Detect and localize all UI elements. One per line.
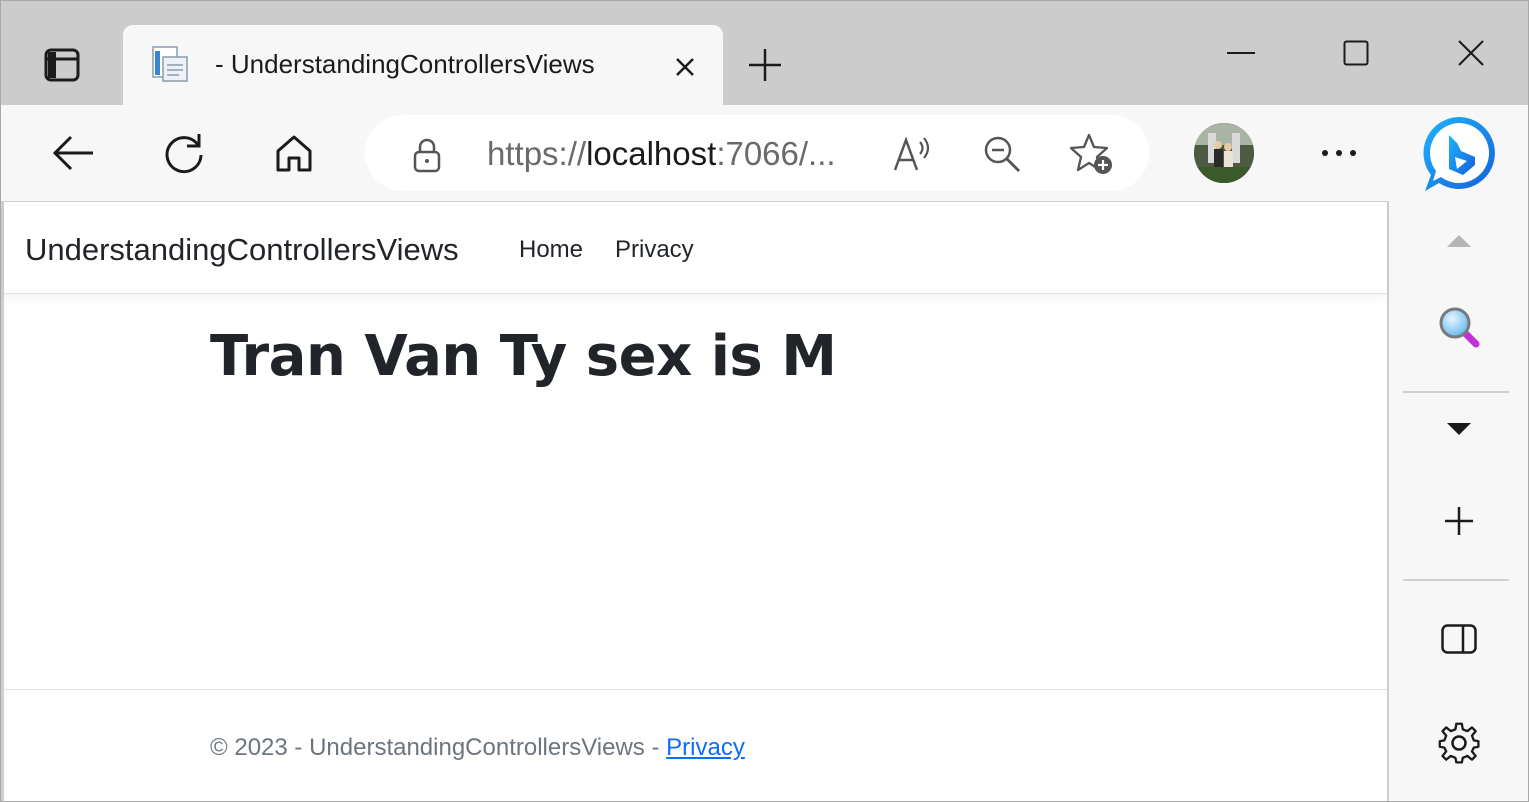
plus-icon [1445,507,1473,535]
sidebar-divider [1403,391,1509,393]
tab-actions-icon [44,48,80,82]
sidebar-divider [1403,579,1509,581]
url-rest: :7066/... [716,135,836,172]
chevron-up-icon [1447,235,1471,247]
close-tab-button[interactable] [667,49,703,85]
minimize-button[interactable] [1211,29,1271,77]
settings-and-more-button[interactable] [1311,127,1367,179]
active-tab[interactable]: - UnderstandingControllersViews [123,25,723,105]
site-navbar: UnderstandingControllersViews Home Priva… [4,202,1387,294]
url-text[interactable]: https://localhost:7066/... [487,135,836,173]
add-favorite-button[interactable] [1067,129,1117,179]
sidebar-add-button[interactable] [1429,493,1489,549]
site-footer: © 2023 - UnderstandingControllersViews -… [4,689,1387,801]
search-icon [1439,307,1480,348]
new-tab-button[interactable] [741,41,789,89]
add-favorite-icon [1069,133,1112,174]
sidebar-settings-button[interactable] [1429,715,1489,771]
gear-icon [1438,722,1480,764]
profile-photo-icon [1194,123,1254,183]
read-aloud-icon [893,136,930,171]
minimize-icon [1227,52,1255,54]
back-button[interactable] [43,125,103,181]
sidebar-scroll-up-button[interactable] [1429,213,1489,269]
zoom-out-button[interactable] [977,129,1027,179]
back-arrow-icon [52,135,93,171]
footer-privacy-link[interactable]: Privacy [666,734,745,761]
browser-toolbar: https://localhost:7066/... [1,105,1528,201]
browser-window: - UnderstandingControllersViews https://… [0,0,1529,802]
navbar-brand[interactable]: UnderstandingControllersViews [25,232,459,268]
close-icon [676,58,694,76]
page-viewport: UnderstandingControllersViews Home Priva… [4,201,1388,801]
more-icon [1322,150,1356,156]
maximize-button[interactable] [1326,29,1386,77]
footer-text: © 2023 - UnderstandingControllersViews -… [210,734,745,762]
close-icon [1458,40,1484,66]
chevron-down-icon [1447,423,1471,435]
refresh-icon [165,134,203,174]
nav-link-privacy[interactable]: Privacy [615,236,694,264]
profile-avatar[interactable] [1194,123,1254,183]
plus-icon [749,49,781,81]
tab-actions-button[interactable] [39,43,85,87]
nav-link-home[interactable]: Home [519,236,583,264]
address-bar[interactable]: https://localhost:7066/... [365,115,1149,191]
tab-title: - UnderstandingControllersViews [215,49,595,79]
split-screen-icon [1441,624,1477,654]
lock-icon [413,138,441,173]
edge-sidebar [1389,201,1528,801]
refresh-button[interactable] [154,125,214,181]
zoom-out-icon [984,136,1020,172]
sidebar-scroll-down-button[interactable] [1429,401,1489,457]
sidebar-split-screen-button[interactable] [1429,611,1489,667]
maximize-icon [1343,40,1369,66]
document-favicon-icon [152,46,188,82]
tab-strip: - UnderstandingControllersViews [1,1,1528,105]
close-window-button[interactable] [1441,29,1501,77]
footer-copyright: © 2023 - UnderstandingControllersViews - [210,734,667,761]
url-scheme: https:// [487,135,587,172]
url-host: localhost [586,135,717,172]
page-heading: Tran Van Ty sex is M [210,324,837,389]
home-icon [276,135,312,172]
bing-copilot-icon[interactable] [1417,113,1501,197]
sidebar-search-button[interactable] [1429,299,1489,355]
home-button[interactable] [264,125,324,181]
read-aloud-button[interactable] [887,129,937,179]
